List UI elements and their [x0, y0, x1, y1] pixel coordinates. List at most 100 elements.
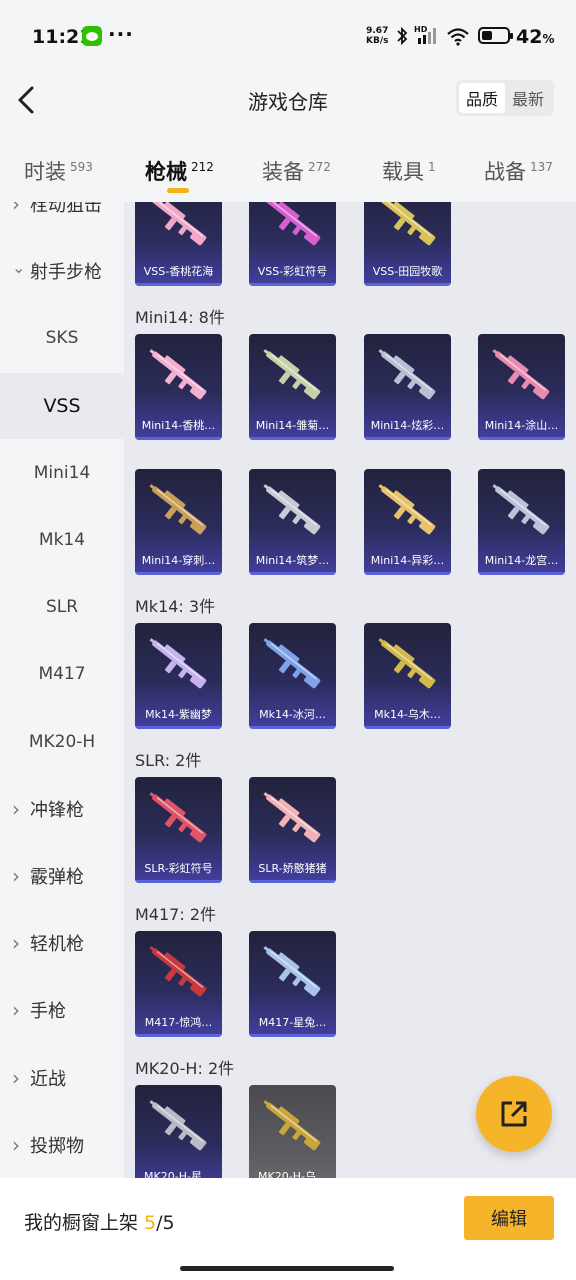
weapon-card[interactable]: MK20-H-乌…: [249, 1085, 336, 1178]
cell-signal-icon: HD: [414, 25, 440, 46]
sidebar-item-10[interactable]: › 霰弹枪: [0, 843, 124, 909]
sidebar-item-label: 栓动狙击: [30, 202, 102, 216]
sidebar-item-5[interactable]: Mk14: [0, 507, 124, 573]
weapon-card[interactable]: Mini14-异彩…: [364, 469, 451, 575]
weapon-card[interactable]: Mini14-香桃…: [135, 334, 222, 440]
external-link-icon: [501, 1101, 527, 1127]
weapon-card[interactable]: VSS-彩虹符号: [249, 202, 336, 286]
weapon-card[interactable]: Mk14-冰河…: [249, 623, 336, 729]
sidebar-item-label: M417: [38, 664, 86, 685]
sidebar-item-4[interactable]: Mini14: [0, 440, 124, 506]
bottom-bar: 我的橱窗上架 5/5 编辑: [0, 1178, 576, 1280]
sidebar-item-label: 冲锋枪: [30, 799, 84, 821]
sidebar-item-label: VSS: [43, 394, 81, 417]
weapon-skin-icon: [378, 484, 436, 535]
tab-vehicles[interactable]: 载具 1: [382, 156, 436, 186]
weapon-name: Mini14-炫彩…: [370, 419, 445, 432]
sidebar-item-label: SLR: [45, 597, 79, 618]
weapon-name: Mini14-涂山…: [484, 419, 559, 432]
weapon-name: Mini14-穿刺…: [141, 554, 216, 567]
sidebar-item-9[interactable]: › 冲锋枪: [0, 776, 124, 842]
weapon-card[interactable]: M417-惊鸿…: [135, 931, 222, 1037]
sidebar-item-label: Mini14: [33, 462, 91, 483]
weapon-name: Mk14-冰河…: [259, 708, 326, 721]
active-tab-indicator: [167, 188, 189, 193]
weapon-name: M417-惊鸿…: [144, 1016, 213, 1029]
sidebar-item-0[interactable]: › 栓动狙击: [0, 202, 124, 237]
chevron-down-icon: ⌄: [12, 257, 26, 277]
weapon-skin-icon: [492, 484, 550, 535]
home-indicator[interactable]: [180, 1266, 394, 1271]
weapon-skin-icon: [263, 1100, 321, 1151]
chevron-right-icon: ›: [12, 796, 20, 821]
showcase-current-count: 5: [144, 1212, 157, 1234]
weapon-card[interactable]: SLR-彩虹符号: [135, 777, 222, 883]
weapon-name: Mini14-香桃…: [141, 419, 216, 432]
weapon-card[interactable]: Mini14-龙宫…: [478, 469, 565, 575]
weapon-card[interactable]: M417-星兔…: [249, 931, 336, 1037]
battery-percent: 42%: [516, 26, 555, 48]
tab-outfits[interactable]: 时装 593: [24, 156, 93, 186]
chevron-right-icon: ›: [12, 998, 20, 1023]
wifi-icon: [447, 28, 469, 46]
sidebar-item-8[interactable]: MK20-H: [0, 709, 124, 775]
edit-button[interactable]: 编辑: [464, 1196, 554, 1240]
sidebar-item-7[interactable]: M417: [0, 641, 124, 707]
weapon-card[interactable]: Mini14-涂山…: [478, 334, 565, 440]
sidebar-item-label: 霰弹枪: [30, 867, 84, 888]
sidebar-item-6[interactable]: SLR: [0, 574, 124, 640]
weapon-card[interactable]: SLR-娇憨猪猪: [249, 777, 336, 883]
share-fab[interactable]: [476, 1076, 552, 1152]
sort-newest-option[interactable]: 最新: [505, 83, 551, 113]
weapon-card[interactable]: Mini14-筑梦…: [249, 469, 336, 575]
sidebar-item-3[interactable]: VSS: [0, 372, 124, 439]
status-bar: 11:21 ··· 9.67 KB/s HD 42%: [0, 0, 576, 72]
weapon-skin-icon: [149, 638, 207, 689]
weapon-grid: VSS-香桃花海 VSS-彩虹符号 VSS-田园牧歌 Mini14: 8件 Mini14…: [124, 202, 576, 1178]
sidebar-item-label: 近战: [30, 1068, 66, 1090]
weapon-skin-icon: [266, 202, 321, 246]
weapon-name: SLR-彩虹符号: [144, 862, 213, 875]
weapon-card[interactable]: Mini14-穿刺…: [135, 469, 222, 575]
weapon-skin-icon: [381, 202, 436, 246]
weapon-skin-icon: [263, 946, 321, 997]
sort-quality-option[interactable]: 品质: [459, 83, 505, 113]
sidebar-item-14[interactable]: › 投掷物: [0, 1112, 124, 1178]
weapon-skin-icon: [152, 202, 207, 246]
weapon-name: Mini14-筑梦…: [255, 554, 330, 567]
weapon-card[interactable]: VSS-田园牧歌: [364, 202, 451, 286]
weapon-card[interactable]: VSS-香桃花海: [135, 202, 222, 286]
weapon-skin-icon: [149, 349, 207, 400]
weapon-skin-icon: [378, 638, 436, 689]
weapon-skin-icon: [149, 1100, 207, 1151]
weapon-name: Mini14-异彩…: [370, 554, 445, 567]
section-title: SLR: 2件: [135, 751, 202, 770]
weapon-category-sidebar: › 栓动狙击 ⌄ 射手步枪 SKS VSS Mini14 Mk14 SLR M417 MK20-H ›…: [0, 202, 124, 1178]
weapon-name: Mini14-龙宫…: [484, 554, 559, 567]
section-title: MK20-H: 2件: [135, 1059, 235, 1078]
bluetooth-icon: [397, 26, 408, 46]
weapon-card[interactable]: Mk14-紫幽梦: [135, 623, 222, 729]
weapon-card[interactable]: Mini14-炫彩…: [364, 334, 451, 440]
weapon-card[interactable]: MK20-H-星…: [135, 1085, 222, 1178]
sidebar-item-2[interactable]: SKS: [0, 305, 124, 371]
wechat-notification-icon: [82, 26, 102, 46]
tab-supplies[interactable]: 战备 137: [484, 156, 553, 186]
sidebar-item-label: 投掷物: [30, 1135, 84, 1157]
sidebar-item-12[interactable]: › 手枪: [0, 977, 124, 1043]
battery-icon: [478, 27, 513, 44]
weapon-card[interactable]: Mini14-雏菊…: [249, 334, 336, 440]
tab-firearms[interactable]: 枪械 212: [145, 156, 214, 186]
sidebar-item-label: Mk14: [38, 530, 86, 550]
weapon-skin-icon: [492, 349, 550, 400]
weapon-name: M417-星兔…: [258, 1016, 327, 1029]
sidebar-item-11[interactable]: › 轻机枪: [0, 910, 124, 976]
weapon-skin-icon: [149, 946, 207, 997]
tab-equipment[interactable]: 装备 272: [262, 156, 331, 186]
sidebar-item-label: 射手步枪: [30, 262, 102, 284]
sidebar-item-13[interactable]: › 近战: [0, 1045, 124, 1111]
weapon-card[interactable]: Mk14-乌木…: [364, 623, 451, 729]
sidebar-item-1[interactable]: ⌄ 射手步枪: [0, 238, 124, 304]
section-title: Mini14: 8件: [135, 308, 225, 327]
weapon-name: Mini14-雏菊…: [255, 419, 330, 432]
